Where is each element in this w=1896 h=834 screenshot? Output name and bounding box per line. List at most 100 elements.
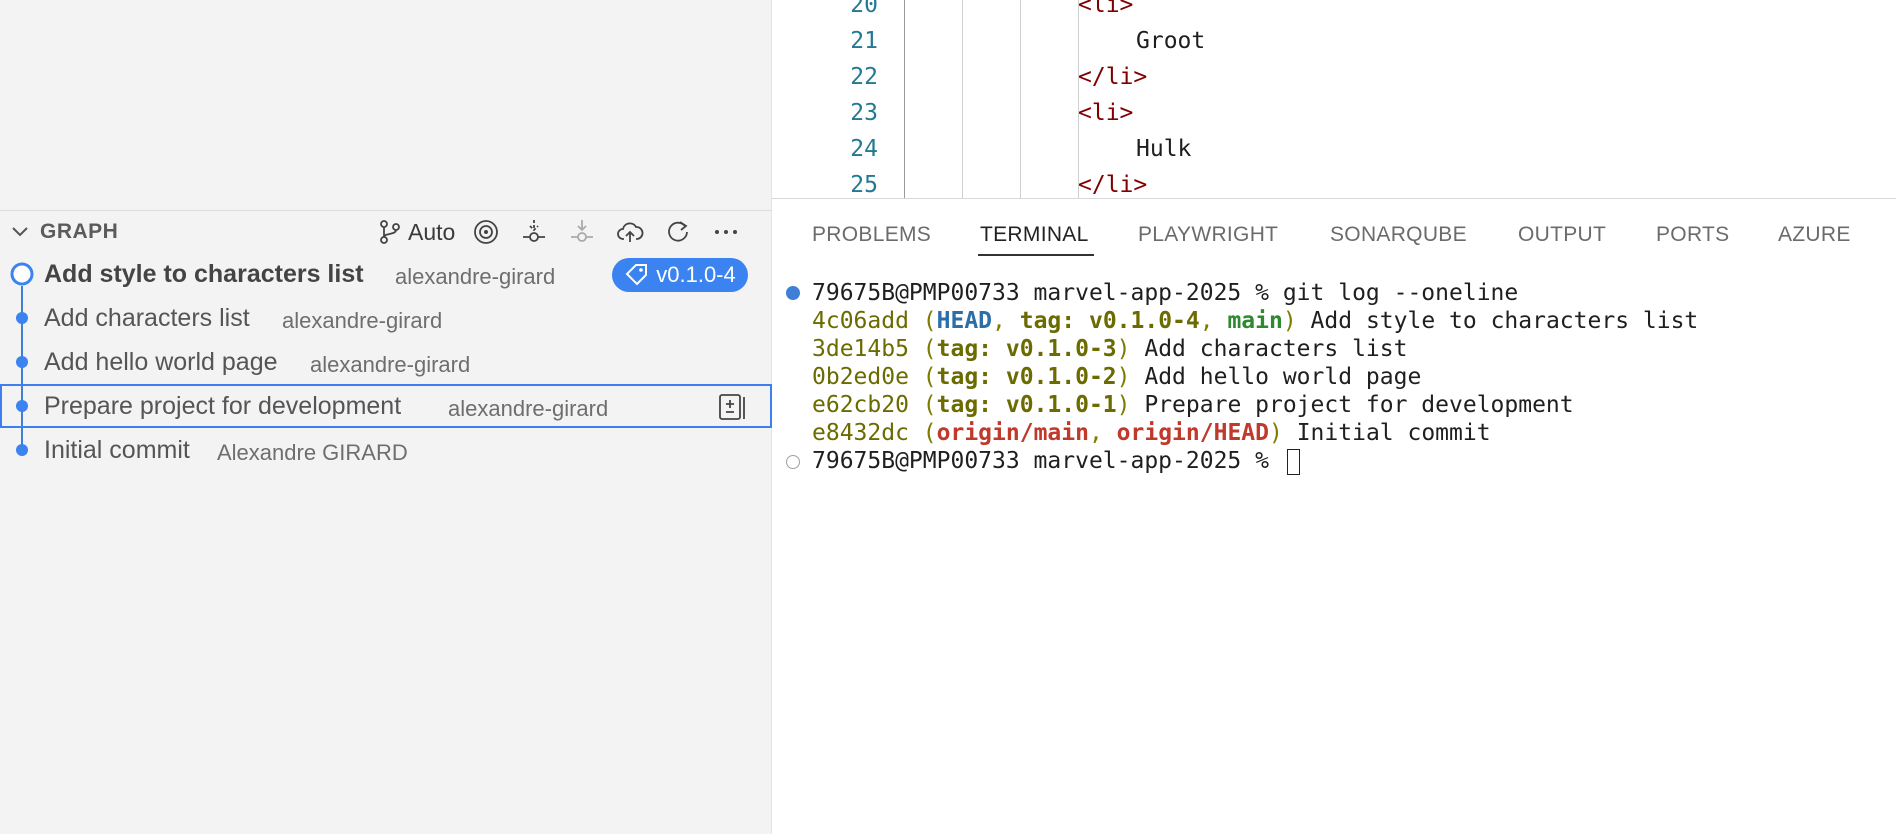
ref-label: origin/HEAD bbox=[1116, 420, 1269, 446]
commit-message: Prepare project for development bbox=[1130, 392, 1574, 418]
tag-label: v0.1.0-4 bbox=[656, 262, 736, 287]
commit-author: Alexandre GIRARD bbox=[217, 440, 408, 465]
tab-sonarqube[interactable]: SONARQUBE bbox=[1330, 223, 1467, 247]
active-tab-indicator bbox=[978, 254, 1094, 256]
tab-playwright[interactable]: PLAYWRIGHT bbox=[1138, 223, 1278, 247]
chevron-down-icon[interactable] bbox=[8, 219, 32, 243]
git-log-line: 0b2ed0e (tag: v0.1.0-2) Add hello world … bbox=[812, 364, 1421, 390]
ref-separator: , bbox=[992, 308, 1020, 334]
commit-message: Initial commit bbox=[44, 436, 190, 464]
graph-title: GRAPH bbox=[40, 220, 119, 243]
line-number: 25 bbox=[850, 172, 878, 198]
code-line: 21 Groot bbox=[772, 28, 1896, 64]
commit-row[interactable]: Initial commit Alexandre GIRARD bbox=[0, 428, 772, 472]
cloud-upload-icon bbox=[617, 222, 644, 242]
command: git log --oneline bbox=[1282, 280, 1519, 306]
target-icon bbox=[474, 220, 498, 244]
commit-row[interactable]: Add style to characters list alexandre-g… bbox=[0, 252, 772, 296]
code-line: 20 <li> bbox=[772, 0, 1896, 28]
commit-graph: Add style to characters list alexandre-g… bbox=[0, 252, 772, 472]
refresh-icon bbox=[668, 221, 688, 242]
commit-message: Prepare project for development bbox=[44, 392, 402, 420]
commit-row[interactable]: Add characters list alexandre-girard bbox=[0, 296, 772, 340]
commit-author: alexandre-girard bbox=[310, 352, 471, 377]
paren-close: ) bbox=[1269, 420, 1283, 446]
tab-problems[interactable]: PROBLEMS bbox=[812, 223, 931, 247]
git-log-line: e8432dc (origin/main, origin/HEAD) Initi… bbox=[812, 420, 1491, 446]
auto-label: Auto bbox=[408, 218, 456, 245]
push-button[interactable] bbox=[616, 216, 644, 248]
commit-row[interactable]: Add hello world page alexandre-girard bbox=[0, 340, 772, 384]
more-actions-button[interactable] bbox=[712, 216, 740, 248]
target-button[interactable] bbox=[472, 216, 500, 248]
diff-icon[interactable] bbox=[716, 391, 748, 423]
source-control-pane: GRAPH Auto Add style to characters list … bbox=[0, 0, 772, 834]
code-line: 23 <li> bbox=[772, 100, 1896, 136]
ref-label: tag: v0.1.0-2 bbox=[936, 364, 1117, 390]
tab-ports[interactable]: PORTS bbox=[1656, 223, 1729, 247]
pull-button[interactable] bbox=[568, 216, 596, 248]
paren-close: ) bbox=[1282, 308, 1297, 334]
code-line: 22 </li> bbox=[772, 64, 1896, 100]
code-text: <li> bbox=[1078, 100, 1134, 126]
code-text: Hulk bbox=[1136, 136, 1192, 162]
paren-open: ( bbox=[908, 336, 937, 362]
commit-hash: e62cb20 bbox=[812, 392, 909, 418]
code-text: </li> bbox=[1078, 172, 1148, 198]
commit-message: Add style to characters list bbox=[44, 260, 364, 288]
terminal-cursor bbox=[1286, 448, 1300, 475]
code-editor[interactable]: 20 <li> 21 Groot 22 </li> 23 <li> 24 Hul… bbox=[772, 0, 1896, 199]
commit-row-selected[interactable]: Prepare project for development alexandr… bbox=[0, 384, 772, 428]
commit-hash: e8432dc bbox=[812, 420, 909, 446]
panel-tabs: PROBLEMS TERMINAL PLAYWRIGHT SONARQUBE O… bbox=[772, 205, 1896, 261]
ellipsis-icon bbox=[715, 230, 737, 234]
commit-author: alexandre-girard bbox=[395, 264, 556, 289]
paren-close: ) bbox=[1116, 336, 1131, 362]
tab-output[interactable]: OUTPUT bbox=[1518, 223, 1606, 247]
paren-open: ( bbox=[908, 420, 937, 446]
prompt: 79675B@PMP00733 marvel-app-2025 % bbox=[812, 280, 1269, 306]
code-text: Groot bbox=[1136, 28, 1206, 54]
terminal-command-line: 79675B@PMP00733 marvel-app-2025 % git lo… bbox=[812, 280, 1518, 306]
commit-hash: 4c06add bbox=[812, 308, 909, 334]
ref-label: tag: v0.1.0-4 bbox=[1019, 308, 1200, 334]
code-line: 25 </li> bbox=[772, 172, 1896, 198]
command-success-icon bbox=[786, 286, 800, 300]
ref-separator: , bbox=[1199, 308, 1228, 334]
git-branch-icon bbox=[380, 220, 400, 244]
ref-label: HEAD bbox=[936, 308, 993, 334]
line-number: 21 bbox=[850, 28, 878, 54]
tab-terminal[interactable]: TERMINAL bbox=[980, 223, 1089, 247]
refresh-button[interactable] bbox=[664, 216, 692, 248]
terminal[interactable]: 79675B@PMP00733 marvel-app-2025 % git lo… bbox=[772, 272, 1896, 832]
ref-separator: , bbox=[1088, 420, 1117, 446]
git-log-line: 4c06add (HEAD, tag: v0.1.0-4, main) Add … bbox=[812, 308, 1698, 334]
code-text: <li> bbox=[1078, 0, 1134, 18]
paren-open: ( bbox=[908, 392, 937, 418]
ref-label: main bbox=[1227, 308, 1283, 334]
git-log-line: e62cb20 (tag: v0.1.0-1) Prepare project … bbox=[812, 392, 1574, 418]
commit-hash: 0b2ed0e bbox=[812, 364, 909, 390]
ref-label: tag: v0.1.0-1 bbox=[936, 392, 1117, 418]
code-line: 24 Hulk bbox=[772, 136, 1896, 172]
fetch-button[interactable] bbox=[520, 216, 548, 248]
branch-filter-button[interactable]: Auto bbox=[376, 216, 455, 248]
tag-badge[interactable]: v0.1.0-4 bbox=[612, 258, 748, 292]
code-text: </li> bbox=[1078, 64, 1148, 90]
tab-azure[interactable]: AZURE bbox=[1778, 223, 1851, 247]
tag-icon bbox=[625, 264, 648, 286]
ref-label: origin/main bbox=[936, 420, 1089, 446]
line-number: 23 bbox=[850, 100, 878, 126]
commit-hash: 3de14b5 bbox=[812, 336, 909, 362]
paren-open: ( bbox=[908, 364, 937, 390]
commit-author: alexandre-girard bbox=[282, 308, 443, 333]
paren-close: ) bbox=[1116, 392, 1131, 418]
line-number: 24 bbox=[850, 136, 878, 162]
line-number: 20 bbox=[850, 0, 878, 18]
commit-message: Add style to characters list bbox=[1296, 308, 1699, 334]
graph-section-header[interactable]: GRAPH Auto bbox=[0, 210, 772, 252]
commit-message: Add characters list bbox=[44, 304, 250, 332]
git-log-line: 3de14b5 (tag: v0.1.0-3) Add characters l… bbox=[812, 336, 1407, 362]
fetch-icon bbox=[523, 220, 545, 242]
commit-author: alexandre-girard bbox=[448, 396, 609, 421]
